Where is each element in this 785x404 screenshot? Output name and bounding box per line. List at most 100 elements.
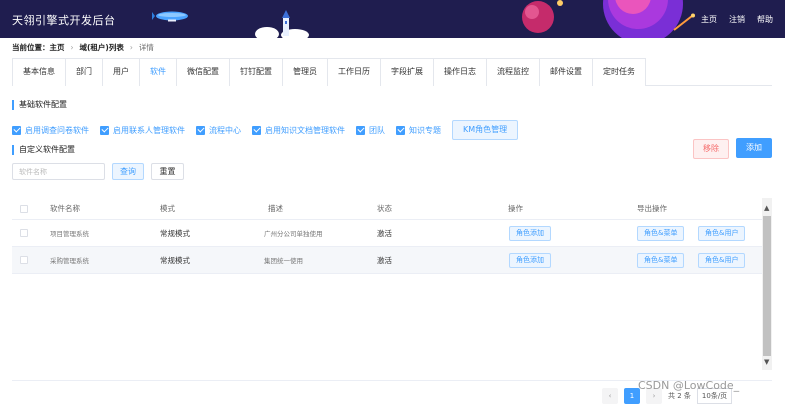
rocket-illustration bbox=[673, 13, 695, 31]
tab-field-extension[interactable]: 字段扩展 bbox=[380, 58, 434, 86]
table-header-row: 软件名称 模式 描述 状态 操作 导出操作 bbox=[12, 198, 762, 220]
check-contacts-software[interactable]: 启用联系人管理软件 bbox=[100, 125, 185, 136]
castle-illustration bbox=[255, 10, 309, 38]
tab-users[interactable]: 用户 bbox=[102, 58, 140, 86]
tab-dingtalk-config[interactable]: 钉钉配置 bbox=[229, 58, 283, 86]
checkbox-checked-icon[interactable] bbox=[196, 125, 205, 135]
breadcrumb: 当前位置：主页 › 域(租户)列表 › 详情 bbox=[12, 42, 154, 53]
header-status: 状态 bbox=[377, 204, 392, 213]
scroll-down-arrow-icon[interactable]: ▼ bbox=[764, 358, 769, 366]
top-header: 天翎引擎式开发后台 主页 注销 帮助 bbox=[0, 0, 785, 38]
export-role-menu-button[interactable]: 角色&菜单 bbox=[637, 225, 685, 241]
select-all-checkbox[interactable] bbox=[20, 204, 28, 213]
table-row: 采购管理系统 常规模式 集团统一使用 激活 角色添加 角色&菜单 角色&用户 bbox=[12, 247, 762, 274]
check-label: 知识专题 bbox=[409, 125, 441, 135]
prev-page-icon[interactable]: ‹ bbox=[602, 388, 618, 404]
checkbox-checked-icon[interactable] bbox=[356, 125, 365, 135]
planet-illustration bbox=[522, 0, 563, 33]
basic-software-section-title: 基础软件配置 bbox=[12, 100, 67, 110]
row-mode: 常规模式 bbox=[160, 255, 190, 265]
tab-basic-info[interactable]: 基本信息 bbox=[12, 58, 66, 86]
row-mode: 常规模式 bbox=[160, 228, 190, 238]
scroll-up-arrow-icon[interactable]: ▲ bbox=[764, 204, 769, 212]
add-button[interactable]: 添加 bbox=[736, 138, 772, 158]
app-title: 天翎引擎式开发后台 bbox=[12, 14, 116, 27]
row-export-menu-cell: 角色&菜单 bbox=[637, 247, 685, 273]
km-role-management-button[interactable]: KM角色管理 bbox=[452, 120, 519, 140]
checkbox-checked-icon[interactable] bbox=[252, 125, 261, 135]
export-role-user-button[interactable]: 角色&用户 bbox=[698, 225, 746, 241]
check-survey-software[interactable]: 启用调查问卷软件 bbox=[12, 125, 89, 136]
check-label: 启用知识文档管理软件 bbox=[265, 125, 345, 135]
nav-logout-link[interactable]: 注销 bbox=[729, 14, 745, 25]
basic-software-checks: 启用调查问卷软件 启用联系人管理软件 流程中心 启用知识文档管理软件 团队 知识… bbox=[12, 120, 519, 140]
row-software-name: 采购管理系统 bbox=[50, 257, 89, 265]
scrollbar-thumb[interactable] bbox=[763, 216, 771, 356]
check-knowledge-doc-software[interactable]: 启用知识文档管理软件 bbox=[252, 125, 345, 136]
software-name-search-input[interactable] bbox=[12, 163, 105, 180]
tab-operation-log[interactable]: 操作日志 bbox=[433, 58, 487, 86]
check-process-center[interactable]: 流程中心 bbox=[196, 125, 241, 136]
row-operation-cell: 角色添加 bbox=[509, 220, 551, 246]
export-role-menu-button[interactable]: 角色&菜单 bbox=[637, 252, 685, 268]
breadcrumb-home[interactable]: 主页 bbox=[50, 43, 65, 52]
row-checkbox[interactable] bbox=[20, 256, 28, 264]
breadcrumb-tenant-list[interactable]: 域(租户)列表 bbox=[80, 42, 124, 53]
header-mode: 模式 bbox=[160, 204, 175, 213]
custom-software-section-title: 自定义软件配置 bbox=[12, 145, 75, 155]
checkbox-checked-icon[interactable] bbox=[12, 125, 21, 135]
total-count: 共 2 条 bbox=[668, 392, 691, 400]
checkbox-checked-icon[interactable] bbox=[100, 125, 109, 135]
reset-button[interactable]: 重置 bbox=[151, 163, 184, 180]
row-software-name: 项目管理系统 bbox=[50, 230, 89, 238]
checkbox-checked-icon[interactable] bbox=[396, 125, 405, 135]
row-select-cell bbox=[20, 247, 28, 273]
tab-mail-settings[interactable]: 邮件设置 bbox=[539, 58, 593, 86]
row-status: 激活 bbox=[377, 255, 392, 265]
watermark-text: CSDN @LowCode_ bbox=[638, 379, 740, 392]
row-export-user-cell: 角色&用户 bbox=[698, 220, 746, 246]
query-button[interactable]: 查询 bbox=[112, 163, 144, 180]
row-export-menu-cell: 角色&菜单 bbox=[637, 220, 685, 246]
tab-wechat-config[interactable]: 微信配置 bbox=[176, 58, 230, 86]
row-checkbox[interactable] bbox=[20, 229, 28, 237]
tab-admins[interactable]: 管理员 bbox=[282, 58, 328, 86]
select-all-cell bbox=[20, 198, 28, 219]
check-label: 启用联系人管理软件 bbox=[113, 125, 185, 135]
nav-help-link[interactable]: 帮助 bbox=[757, 14, 773, 25]
tab-software[interactable]: 软件 bbox=[139, 58, 177, 86]
header-operation: 操作 bbox=[508, 204, 523, 213]
header-description: 描述 bbox=[268, 204, 283, 213]
nav-home-link[interactable]: 主页 bbox=[701, 14, 717, 25]
table-row: 项目管理系统 常规模式 广州分公司单独使用 激活 角色添加 角色&菜单 角色&用… bbox=[12, 220, 762, 247]
breadcrumb-separator: › bbox=[129, 43, 133, 52]
check-label: 启用调查问卷软件 bbox=[25, 125, 89, 135]
remove-button[interactable]: 移除 bbox=[693, 139, 729, 159]
add-role-button[interactable]: 角色添加 bbox=[509, 225, 551, 241]
tab-work-calendar[interactable]: 工作日历 bbox=[327, 58, 381, 86]
row-description: 集团统一使用 bbox=[264, 257, 303, 265]
breadcrumb-current: 详情 bbox=[138, 43, 154, 52]
check-team[interactable]: 团队 bbox=[356, 125, 385, 136]
header-export-operation: 导出操作 bbox=[637, 204, 667, 213]
blimp-illustration bbox=[152, 11, 188, 22]
top-nav: 主页 注销 帮助 bbox=[701, 14, 773, 25]
check-label: 团队 bbox=[369, 125, 385, 135]
row-operation-cell: 角色添加 bbox=[509, 247, 551, 273]
table-scrollbar[interactable]: ▲ ▼ bbox=[762, 198, 772, 370]
row-status: 激活 bbox=[377, 228, 392, 238]
header-software-name: 软件名称 bbox=[50, 204, 80, 213]
tab-scheduled-tasks[interactable]: 定时任务 bbox=[592, 58, 646, 86]
check-label: 流程中心 bbox=[209, 125, 241, 135]
row-description: 广州分公司单独使用 bbox=[264, 230, 323, 238]
row-select-cell bbox=[20, 220, 28, 246]
add-role-button[interactable]: 角色添加 bbox=[509, 252, 551, 268]
breadcrumb-prefix: 当前位置： bbox=[12, 43, 50, 52]
tab-department[interactable]: 部门 bbox=[65, 58, 103, 86]
breadcrumb-separator: › bbox=[70, 43, 74, 52]
row-export-user-cell: 角色&用户 bbox=[698, 247, 746, 273]
tab-bar: 基本信息 部门 用户 软件 微信配置 钉钉配置 管理员 工作日历 字段扩展 操作… bbox=[12, 58, 772, 86]
check-knowledge-topic[interactable]: 知识专题 bbox=[396, 125, 441, 136]
tab-process-monitor[interactable]: 流程监控 bbox=[486, 58, 540, 86]
export-role-user-button[interactable]: 角色&用户 bbox=[698, 252, 746, 268]
